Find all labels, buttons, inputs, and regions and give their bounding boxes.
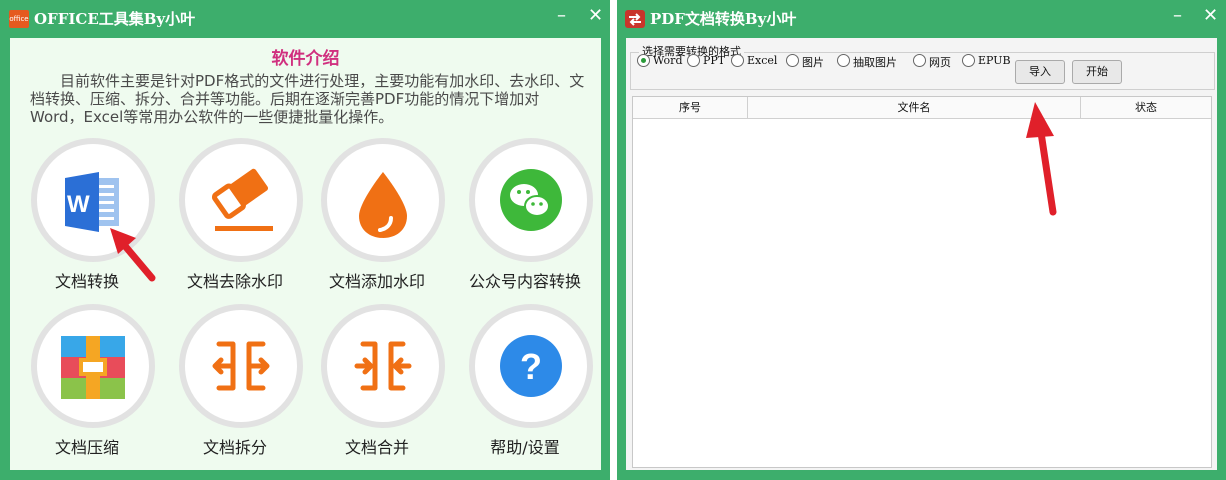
main-panel: 软件介绍 目前软件主要是针对PDF格式的文件进行处理，主要功能有加水印、去水印、… — [10, 38, 601, 470]
minimize-button[interactable]: – — [557, 6, 566, 26]
split-icon — [212, 341, 270, 391]
tool-label: 文档压缩 — [54, 438, 119, 457]
tool-wechat-convert[interactable]: 公众号内容转换 — [455, 138, 595, 298]
radio-indicator — [731, 54, 744, 67]
annotation-arrow-icon — [1026, 102, 1057, 216]
title-bar: office OFFICE工具集By小叶 – ✕ — [0, 0, 610, 36]
tool-label: 文档合并 — [344, 438, 409, 457]
tool-merge[interactable]: 文档合并 — [307, 304, 447, 464]
tool-split[interactable]: 文档拆分 — [165, 304, 305, 464]
title-bar: PDF文档转换By小叶 – ✕ — [617, 0, 1226, 36]
archive-icon — [61, 336, 125, 399]
intro-text: 目前软件主要是针对PDF格式的文件进行处理，主要功能有加水印、去水印、文档转换、… — [30, 72, 585, 126]
file-table[interactable]: 序号 文件名 状态 — [632, 96, 1212, 468]
office-toolkit-window: office OFFICE工具集By小叶 – ✕ 软件介绍 目前软件主要是针对P… — [0, 0, 610, 480]
close-button[interactable]: ✕ — [588, 6, 603, 26]
radio-indicator — [637, 54, 650, 67]
tool-label: 文档拆分 — [202, 438, 267, 457]
tool-label: 文档添加水印 — [328, 272, 425, 291]
tool-remove-watermark[interactable]: 文档去除水印 — [165, 138, 305, 298]
convert-logo-icon — [625, 10, 645, 28]
pdf-converter-window: PDF文档转换By小叶 – ✕ 选择需要转换的格式 Word PPT Excel… — [617, 0, 1226, 480]
radio-indicator — [913, 54, 926, 67]
help-icon: ? — [500, 335, 562, 397]
annotation-arrow-icon — [110, 228, 156, 282]
close-button[interactable]: ✕ — [1203, 6, 1218, 26]
office-logo-icon: office — [9, 10, 29, 28]
tool-label: 文档去除水印 — [186, 272, 283, 291]
minimize-button[interactable]: – — [1173, 6, 1182, 26]
radio-indicator — [687, 54, 700, 67]
tool-label: 公众号内容转换 — [468, 272, 581, 291]
intro-title: 软件介绍 — [271, 49, 340, 69]
import-button[interactable]: 导入 — [1015, 60, 1065, 84]
water-drop-icon — [359, 172, 407, 238]
eraser-icon — [211, 168, 273, 231]
window-title: PDF文档转换By小叶 — [650, 10, 797, 28]
radio-indicator — [837, 54, 850, 67]
tool-compress[interactable]: 文档压缩 — [17, 304, 157, 464]
radio-indicator — [786, 54, 799, 67]
svg-text:W: W — [67, 191, 90, 218]
radio-indicator — [962, 54, 975, 67]
column-header-index[interactable]: 序号 — [633, 97, 748, 119]
start-button[interactable]: 开始 — [1072, 60, 1122, 84]
tool-help-settings[interactable]: ? 帮助/设置 — [455, 304, 595, 464]
merge-icon — [354, 341, 412, 391]
svg-text:?: ? — [520, 346, 542, 387]
window-title: OFFICE工具集By小叶 — [34, 10, 196, 28]
converter-panel: 选择需要转换的格式 Word PPT Excel 图片 抽取图片 网页 EPUB… — [626, 38, 1217, 470]
tool-label: 帮助/设置 — [490, 438, 560, 457]
wechat-icon — [500, 169, 562, 231]
column-header-status[interactable]: 状态 — [1081, 97, 1211, 119]
tool-add-watermark[interactable]: 文档添加水印 — [307, 138, 447, 298]
